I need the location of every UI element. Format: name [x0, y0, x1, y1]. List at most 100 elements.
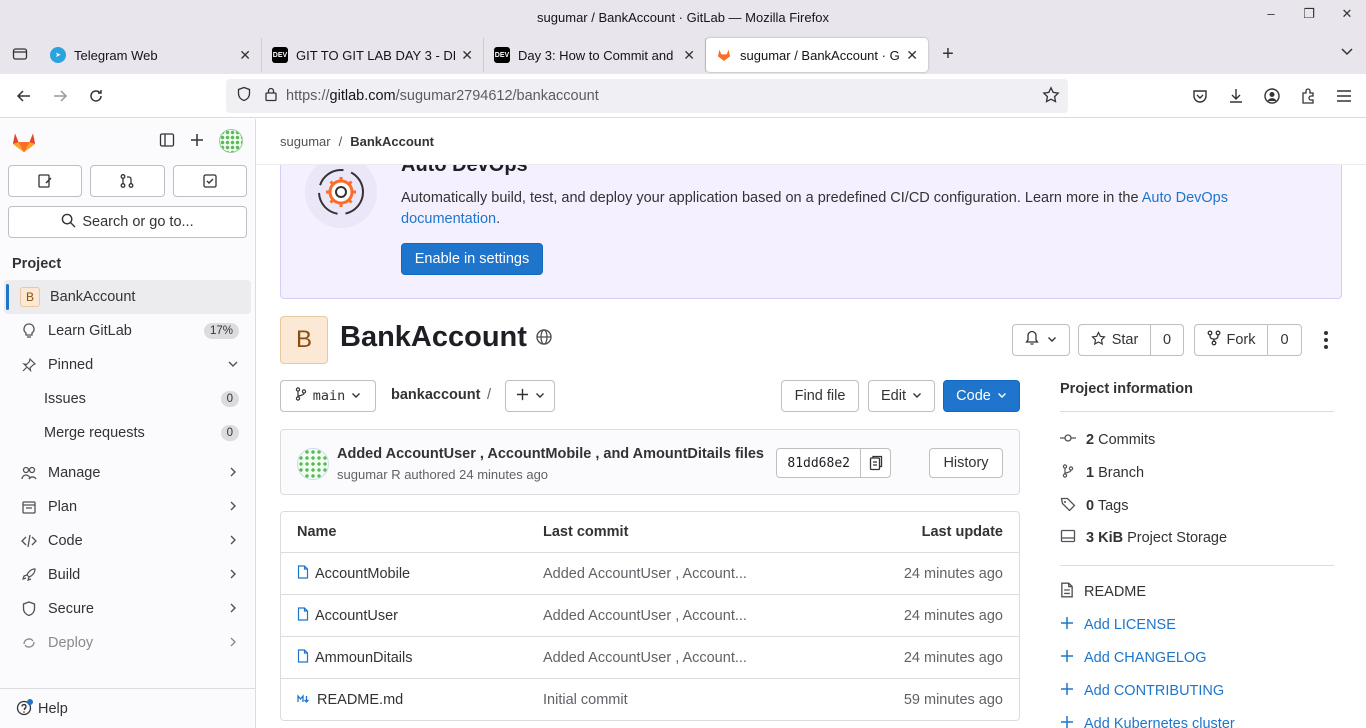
user-avatar[interactable]	[219, 129, 243, 153]
edit-dropdown[interactable]: Edit	[868, 380, 935, 412]
file-name-link[interactable]: AmmounDitails	[315, 650, 413, 666]
star-count[interactable]: 0	[1151, 324, 1184, 356]
merge-requests-button[interactable]	[90, 165, 165, 197]
extensions-icon[interactable]	[1296, 80, 1320, 112]
hamburger-menu-icon[interactable]	[1332, 80, 1356, 112]
breadcrumb-owner-link[interactable]: sugumar	[280, 134, 331, 149]
commit-author-link[interactable]: sugumar R	[337, 467, 401, 482]
address-bar[interactable]: https://gitlab.com/sugumar2794612/bankac…	[226, 79, 1068, 113]
tab-gitlab[interactable]: sugumar / BankAccount · Git ✕	[706, 38, 928, 72]
commit-title-link[interactable]: Added AccountUser , AccountMobile , and …	[337, 446, 764, 462]
download-icon[interactable]	[1224, 80, 1248, 112]
star-button[interactable]: Star	[1078, 324, 1151, 356]
tab-telegram[interactable]: ➤ Telegram Web ✕	[40, 38, 262, 72]
commits-stat-link[interactable]: 2 Commits	[1060, 424, 1334, 457]
sidebar-item-secure[interactable]: Secure	[4, 592, 251, 626]
sidebar-item-label: Pinned	[48, 357, 94, 373]
branches-stat-link[interactable]: 1 Branch	[1060, 457, 1334, 490]
add-to-tree-dropdown[interactable]	[505, 380, 555, 412]
sidebar-item-code[interactable]: Code	[4, 524, 251, 558]
readme-link[interactable]: README	[1060, 576, 1334, 609]
more-actions-icon[interactable]	[1316, 328, 1336, 352]
add-license-link[interactable]: Add LICENSE	[1060, 609, 1334, 642]
add-contributing-link[interactable]: Add CONTRIBUTING	[1060, 675, 1334, 708]
file-commit-link[interactable]: Added AccountUser , Account...	[543, 608, 843, 624]
sidebar-item-deploy[interactable]: Deploy	[4, 626, 251, 660]
storage-stat-link[interactable]: 3 KiB Project Storage	[1060, 522, 1334, 555]
search-button[interactable]: Search or go to...	[8, 206, 247, 238]
shield-icon[interactable]	[236, 86, 252, 106]
find-file-button[interactable]: Find file	[781, 380, 859, 412]
table-row[interactable]: AccountUser Added AccountUser , Account.…	[281, 594, 1019, 636]
account-icon[interactable]	[1260, 80, 1284, 112]
history-button[interactable]: History	[929, 448, 1003, 478]
commits-count: 2	[1086, 432, 1095, 449]
restore-icon[interactable]: ❐	[1300, 6, 1318, 22]
tab-title: Day 3: How to Commit and P	[518, 47, 678, 63]
help-icon	[16, 698, 34, 720]
sidebar-item-project[interactable]: B BankAccount	[4, 280, 251, 314]
sidebar-item-plan[interactable]: Plan	[4, 490, 251, 524]
sidebar-item-manage[interactable]: Manage	[4, 456, 251, 490]
author-avatar[interactable]	[297, 448, 329, 480]
firefox-view-icon[interactable]	[0, 34, 40, 74]
list-all-tabs-icon[interactable]	[1340, 44, 1354, 61]
reload-icon[interactable]	[78, 78, 114, 114]
minimize-icon[interactable]: –	[1262, 6, 1280, 22]
code-dropdown[interactable]: Code	[943, 380, 1020, 412]
close-tab-icon[interactable]: ✕	[683, 47, 695, 64]
copy-sha-icon[interactable]	[861, 448, 891, 478]
assigned-issues-button[interactable]	[8, 165, 83, 197]
file-commit-link[interactable]: Initial commit	[543, 692, 843, 708]
repo-path-link[interactable]: bankaccount	[391, 387, 480, 403]
file-name-link[interactable]: README.md	[317, 692, 403, 708]
breadcrumb-separator: /	[338, 134, 343, 149]
file-name-link[interactable]: AccountMobile	[315, 566, 410, 582]
toggle-sidebar-icon[interactable]	[159, 132, 175, 151]
file-name-link[interactable]: AccountUser	[315, 608, 398, 624]
table-row[interactable]: README.md Initial commit 59 minutes ago	[281, 678, 1019, 720]
close-window-icon[interactable]: ✕	[1338, 6, 1356, 22]
sidebar-item-build[interactable]: Build	[4, 558, 251, 592]
gitlab-logo-icon[interactable]	[10, 127, 38, 158]
forward-icon[interactable]	[42, 78, 78, 114]
sidebar-item-pinned[interactable]: Pinned	[4, 348, 251, 382]
bookmark-star-icon[interactable]	[1042, 86, 1060, 108]
sidebar-item-merge-requests[interactable]: Merge requests 0	[4, 416, 251, 450]
close-tab-icon[interactable]: ✕	[461, 47, 473, 64]
tab-dev-2[interactable]: DEV Day 3: How to Commit and P ✕	[484, 38, 706, 72]
sidebar-item-learn-gitlab[interactable]: Learn GitLab 17%	[4, 314, 251, 348]
storage-size: 3 KiB	[1086, 530, 1124, 547]
pocket-icon[interactable]	[1188, 80, 1212, 112]
create-new-icon[interactable]	[189, 132, 205, 151]
project-avatar: B	[280, 316, 328, 364]
navigation-toolbar: https://gitlab.com/sugumar2794612/bankac…	[0, 74, 1366, 118]
back-icon[interactable]	[6, 78, 42, 114]
help-button[interactable]: Help	[0, 688, 255, 728]
file-commit-link[interactable]: Added AccountUser , Account...	[543, 650, 843, 666]
todo-list-button[interactable]	[172, 165, 247, 197]
close-tab-icon[interactable]: ✕	[239, 47, 251, 64]
branch-selector[interactable]: main	[280, 380, 376, 412]
fork-count[interactable]: 0	[1268, 324, 1302, 356]
chevron-right-icon	[227, 636, 239, 651]
tags-stat-link[interactable]: 0 Tags	[1060, 489, 1334, 522]
add-kubernetes-link[interactable]: Add Kubernetes cluster	[1060, 708, 1334, 728]
enable-in-settings-button[interactable]: Enable in settings	[401, 243, 543, 275]
file-commit-link[interactable]: Added AccountUser , Account...	[543, 566, 843, 582]
breadcrumb-project-link[interactable]: BankAccount	[350, 134, 434, 149]
table-row[interactable]: AccountMobile Added AccountUser , Accoun…	[281, 552, 1019, 594]
new-tab-button[interactable]: +	[928, 43, 968, 66]
close-tab-icon[interactable]: ✕	[906, 47, 918, 64]
sidebar-item-issues[interactable]: Issues 0	[4, 382, 251, 416]
window-titlebar: sugumar / BankAccount · GitLab — Mozilla…	[0, 0, 1366, 34]
lock-icon[interactable]	[264, 86, 278, 106]
notification-dropdown[interactable]	[1012, 324, 1070, 356]
fork-button[interactable]: Fork	[1194, 324, 1268, 356]
commit-sha[interactable]: 81dd68e2	[776, 448, 861, 478]
add-changelog-link[interactable]: Add CHANGELOG	[1060, 642, 1334, 675]
branches-label: Branch	[1098, 465, 1145, 482]
column-header-name: Name	[297, 524, 337, 540]
tab-dev-1[interactable]: DEV GIT TO GIT LAB DAY 3 - DEV ✕	[262, 38, 484, 72]
table-row[interactable]: AmmounDitails Added AccountUser , Accoun…	[281, 636, 1019, 678]
